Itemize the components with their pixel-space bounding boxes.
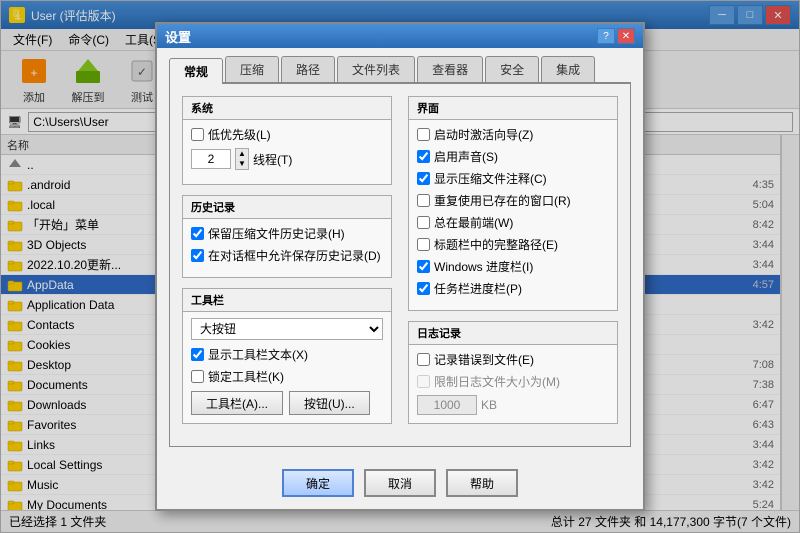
history-dialog-label: 在对话框中允许保存历史记录(D) <box>208 247 381 264</box>
tab-content: 系统 低优先级(L) ▲ ▼ 线程(T <box>169 84 631 447</box>
threads-input[interactable] <box>191 149 231 169</box>
iface-taskbar-checkbox[interactable] <box>417 282 430 295</box>
interface-section: 界面 启动时激活向导(Z) 启用声音(S) 显示压缩 <box>408 96 618 311</box>
iface-topmost-label: 总在最前端(W) <box>434 214 513 231</box>
tab-general[interactable]: 常规 <box>169 58 223 84</box>
log-limit-checkbox[interactable] <box>417 375 430 388</box>
threads-spinner[interactable]: ▲ ▼ <box>235 148 249 170</box>
dialog-help-button[interactable]: ? <box>597 28 615 44</box>
threads-label: 线程(T) <box>253 151 292 168</box>
toolbar-style-row: 大按钮 小按钮 无 <box>191 318 383 340</box>
threads-row: ▲ ▼ 线程(T) <box>191 148 383 170</box>
history-section: 历史记录 保留压缩文件历史记录(H) 在对话框中允许保存历史记录(D) <box>182 195 392 278</box>
history-keep-label: 保留压缩文件历史记录(H) <box>208 225 345 242</box>
history-dialog-row: 在对话框中允许保存历史记录(D) <box>191 247 383 264</box>
low-priority-row: 低优先级(L) <box>191 126 383 143</box>
iface-taskbar-label: 任务栏进度栏(P) <box>434 280 522 297</box>
low-priority-label: 低优先级(L) <box>208 126 271 143</box>
dialog-title-bar: 设置 ? ✕ <box>157 24 643 48</box>
toolbar-showtext-label: 显示工具栏文本(X) <box>208 346 308 363</box>
iface-comment-label: 显示压缩文件注释(C) <box>434 170 547 187</box>
dialog-title: 设置 <box>165 27 191 46</box>
help-button[interactable]: 帮助 <box>446 469 518 497</box>
dialog-footer: 确定 取消 帮助 <box>157 459 643 509</box>
dialog-controls: ? ✕ <box>597 28 635 44</box>
iface-sound-label: 启用声音(S) <box>434 148 498 165</box>
iface-reuse-checkbox[interactable] <box>417 194 430 207</box>
modal-overlay: 设置 ? ✕ 常规 压缩 路径 文件列表 查看器 安全 集成 <box>1 1 799 532</box>
system-section: 系统 低优先级(L) ▲ ▼ 线程(T <box>182 96 392 185</box>
cancel-button[interactable]: 取消 <box>364 469 436 497</box>
settings-dialog: 设置 ? ✕ 常规 压缩 路径 文件列表 查看器 安全 集成 <box>155 22 645 511</box>
iface-wizard-label: 启动时激活向导(Z) <box>434 126 533 143</box>
toolbar-action-buttons: 工具栏(A)... 按钮(U)... <box>191 391 383 415</box>
toolbar-showtext-row: 显示工具栏文本(X) <box>191 346 383 363</box>
threads-down-button[interactable]: ▼ <box>236 159 248 169</box>
iface-sound-checkbox[interactable] <box>417 150 430 163</box>
log-tofile-checkbox[interactable] <box>417 353 430 366</box>
tab-path[interactable]: 路径 <box>281 56 335 82</box>
log-limit-label: 限制日志文件大小为(M) <box>434 373 560 390</box>
tab-viewer[interactable]: 查看器 <box>417 56 483 82</box>
tab-filelist[interactable]: 文件列表 <box>337 56 415 82</box>
log-section: 日志记录 记录错误到文件(E) 限制日志文件大小为(M) <box>408 321 618 424</box>
low-priority-checkbox[interactable] <box>191 128 204 141</box>
log-kb-label: KB <box>481 398 497 412</box>
iface-fullpath-label: 标题栏中的完整路径(E) <box>434 236 558 253</box>
iface-winprogress-checkbox[interactable] <box>417 260 430 273</box>
toolbar-section: 工具栏 大按钮 小按钮 无 显示工具栏文本(X) <box>182 288 392 424</box>
system-section-title: 系统 <box>183 97 391 120</box>
dialog-body: 常规 压缩 路径 文件列表 查看器 安全 集成 系统 <box>157 48 643 459</box>
history-keep-row: 保留压缩文件历史记录(H) <box>191 225 383 242</box>
iface-wizard-checkbox[interactable] <box>417 128 430 141</box>
tab-compress[interactable]: 压缩 <box>225 56 279 82</box>
main-window: 🗜 User (评估版本) ─ □ ✕ 文件(F) 命令(C) 工具(S) 收藏… <box>0 0 800 533</box>
history-section-title: 历史记录 <box>183 196 391 219</box>
toolbar-keys-button[interactable]: 按钮(U)... <box>289 391 370 415</box>
tab-security[interactable]: 安全 <box>485 56 539 82</box>
log-size-row: KB <box>417 395 609 415</box>
log-size-input <box>417 395 477 415</box>
iface-topmost-checkbox[interactable] <box>417 216 430 229</box>
interface-section-title: 界面 <box>409 97 617 120</box>
toolbar-lock-checkbox[interactable] <box>191 370 204 383</box>
log-section-title: 日志记录 <box>409 322 617 345</box>
history-keep-checkbox[interactable] <box>191 227 204 240</box>
threads-up-button[interactable]: ▲ <box>236 149 248 159</box>
toolbar-lock-row: 锁定工具栏(K) <box>191 368 383 385</box>
iface-reuse-label: 重复使用已存在的窗口(R) <box>434 192 571 209</box>
iface-winprogress-label: Windows 进度栏(I) <box>434 258 533 275</box>
right-panel: 界面 启动时激活向导(Z) 启用声音(S) 显示压缩 <box>408 96 618 434</box>
toolbar-section-title: 工具栏 <box>183 289 391 312</box>
history-dialog-checkbox[interactable] <box>191 249 204 262</box>
left-panel: 系统 低优先级(L) ▲ ▼ 线程(T <box>182 96 392 434</box>
toolbar-showtext-checkbox[interactable] <box>191 348 204 361</box>
toolbar-config-button[interactable]: 工具栏(A)... <box>191 391 283 415</box>
log-tofile-label: 记录错误到文件(E) <box>434 351 534 368</box>
tab-integration[interactable]: 集成 <box>541 56 595 82</box>
iface-comment-checkbox[interactable] <box>417 172 430 185</box>
tab-row: 常规 压缩 路径 文件列表 查看器 安全 集成 <box>169 56 631 84</box>
toolbar-style-select[interactable]: 大按钮 小按钮 无 <box>191 318 383 340</box>
ok-button[interactable]: 确定 <box>282 469 354 497</box>
iface-fullpath-checkbox[interactable] <box>417 238 430 251</box>
dialog-close-button[interactable]: ✕ <box>617 28 635 44</box>
toolbar-lock-label: 锁定工具栏(K) <box>208 368 284 385</box>
